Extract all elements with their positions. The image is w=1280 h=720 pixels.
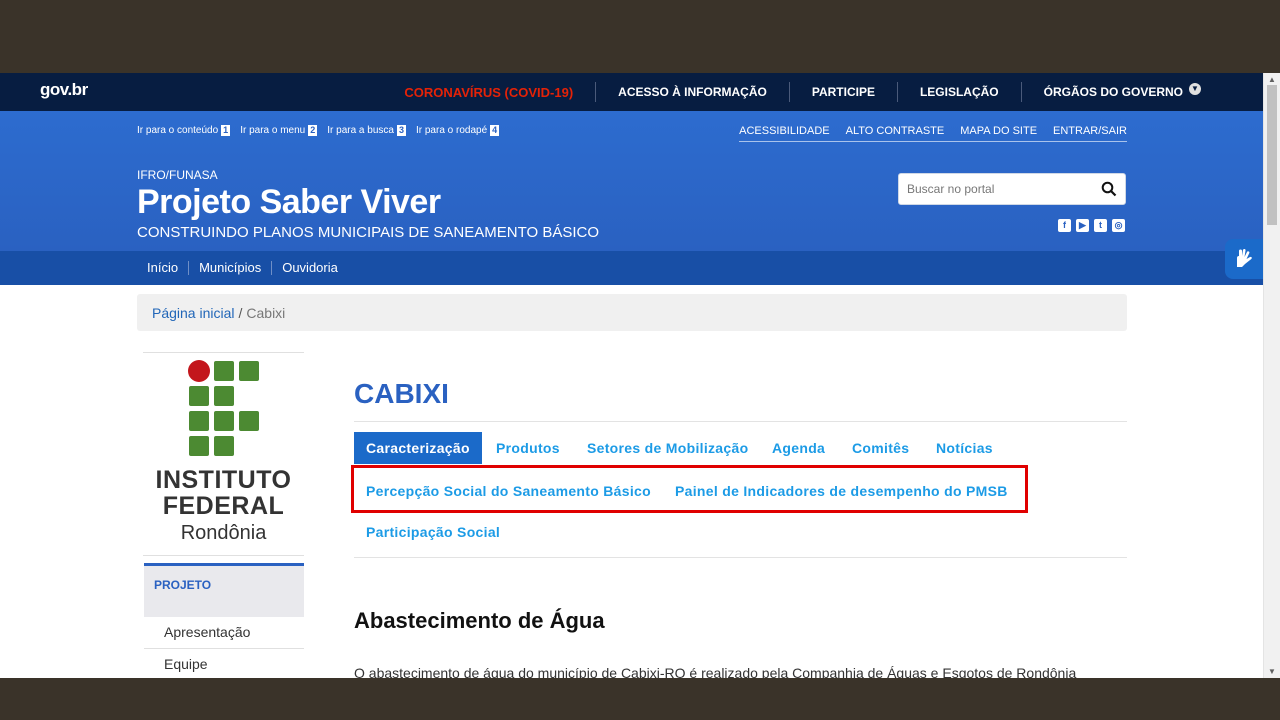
sidebar-menu-heading[interactable]: PROJETO bbox=[144, 563, 304, 617]
gov-links: CORONAVÍRUS (COVID-19) ACESSO À INFORMAÇ… bbox=[382, 73, 1223, 111]
tab-produtos[interactable]: Produtos bbox=[496, 440, 560, 456]
skip-link-number: 1 bbox=[221, 125, 231, 136]
tab-painel-de-indicadores[interactable]: Painel de Indicadores de desempenho do P… bbox=[675, 483, 1008, 499]
util-link-entrar-sair[interactable]: ENTRAR/SAIR bbox=[1053, 125, 1127, 137]
logo-square bbox=[189, 386, 209, 406]
gov-link-covid[interactable]: CORONAVÍRUS (COVID-19) bbox=[382, 82, 595, 102]
site-title[interactable]: Projeto Saber Viver bbox=[137, 183, 441, 222]
skip-link-number: 4 bbox=[490, 125, 500, 136]
gov-link-orgaos[interactable]: ÓRGÃOS DO GOVERNO ▼ bbox=[1020, 82, 1223, 102]
logo-text-federal: FEDERAL bbox=[162, 492, 285, 520]
logo-square bbox=[189, 436, 209, 456]
twitter-icon[interactable]: t bbox=[1094, 219, 1107, 232]
browser-viewport: gov.br CORONAVÍRUS (COVID-19) ACESSO À I… bbox=[0, 73, 1280, 678]
util-link-alto-contraste[interactable]: ALTO CONTRASTE bbox=[846, 125, 945, 137]
logo-red-circle bbox=[188, 360, 210, 382]
breadcrumb: Página inicial / Cabixi bbox=[137, 294, 1127, 331]
gov-bar: gov.br CORONAVÍRUS (COVID-19) ACESSO À I… bbox=[0, 73, 1263, 111]
breadcrumb-separator: / bbox=[238, 304, 243, 321]
skip-link-number: 3 bbox=[396, 125, 406, 136]
facebook-icon[interactable]: f bbox=[1058, 219, 1071, 232]
divider bbox=[354, 421, 1127, 422]
youtube-icon[interactable]: ▶ bbox=[1076, 219, 1089, 232]
instituto-federal-logo[interactable]: INSTITUTO FEDERAL Rondônia bbox=[143, 352, 304, 556]
nav-item-inicio[interactable]: Início bbox=[137, 261, 188, 275]
chevron-down-icon: ▼ bbox=[1189, 83, 1201, 95]
skip-link-search[interactable]: Ir para a busca 3 bbox=[327, 125, 406, 136]
site-header: Ir para o conteúdo 1 Ir para o menu 2 Ir p… bbox=[0, 111, 1263, 251]
tab-setores-de-mobilizacao[interactable]: Setores de Mobilização bbox=[587, 440, 748, 456]
divider bbox=[354, 557, 1127, 558]
presentation-frame-top bbox=[0, 0, 1280, 73]
tab-participacao-social[interactable]: Participação Social bbox=[366, 524, 500, 540]
logo-square bbox=[189, 411, 209, 431]
page-title: CABIXI bbox=[354, 378, 449, 409]
logo-square bbox=[214, 386, 234, 406]
nav-item-ouvidoria[interactable]: Ouvidoria bbox=[271, 261, 348, 275]
breadcrumb-current: Cabixi bbox=[246, 304, 286, 321]
scroll-down-arrow-icon[interactable]: ▼ bbox=[1268, 667, 1276, 676]
page-scrollbar[interactable]: ▲ ▼ bbox=[1263, 73, 1280, 678]
if-logo-mark bbox=[188, 360, 261, 457]
tab-comites[interactable]: Comitês bbox=[852, 440, 909, 456]
skip-link-label: Ir para o rodapé bbox=[415, 125, 488, 136]
logo-square bbox=[214, 411, 234, 431]
util-link-acessibilidade[interactable]: ACESSIBILIDADE bbox=[739, 125, 829, 137]
sign-language-icon bbox=[1237, 248, 1252, 267]
gov-link-acesso[interactable]: ACESSO À INFORMAÇÃO bbox=[595, 82, 789, 102]
main-nav: Início Municípios Ouvidoria bbox=[0, 251, 1263, 285]
skip-link-footer[interactable]: Ir para o rodapé 4 bbox=[415, 125, 500, 136]
skip-link-label: Ir para o menu bbox=[240, 125, 306, 136]
sidebar-item-equipe[interactable]: Equipe bbox=[144, 649, 304, 678]
skip-link-content[interactable]: Ir para o conteúdo 1 bbox=[137, 125, 231, 136]
logo-text-rondonia: Rondônia bbox=[180, 522, 267, 544]
tab-caracterizacao[interactable]: Caracterização bbox=[354, 432, 482, 464]
breadcrumb-home[interactable]: Página inicial bbox=[152, 305, 235, 321]
skip-link-label: Ir para o conteúdo bbox=[137, 125, 219, 136]
site-description: CONSTRUINDO PLANOS MUNICIPAIS DE SANEAME… bbox=[137, 224, 600, 241]
tab-percepcao-social[interactable]: Percepção Social do Saneamento Básico bbox=[366, 483, 651, 499]
gov-link-legislacao[interactable]: LEGISLAÇÃO bbox=[896, 82, 1021, 102]
skip-link-label: Ir para a busca bbox=[327, 125, 394, 136]
nav-item-municipios[interactable]: Municípios bbox=[188, 261, 271, 275]
logo-text-instituto: INSTITUTO bbox=[155, 466, 292, 494]
skip-links: Ir para o conteúdo 1 Ir para o menu 2 Ir p… bbox=[137, 125, 500, 136]
gov-link-participe[interactable]: PARTICIPE bbox=[788, 82, 897, 102]
search-box bbox=[898, 173, 1126, 205]
scroll-up-arrow-icon[interactable]: ▲ bbox=[1268, 75, 1276, 84]
tab-agenda[interactable]: Agenda bbox=[772, 440, 825, 456]
vlibras-widget[interactable] bbox=[1225, 239, 1263, 279]
section-heading: Abastecimento de Água bbox=[354, 608, 605, 633]
utility-links: ACESSIBILIDADE ALTO CONTRASTE MAPA DO SI… bbox=[739, 125, 1127, 142]
skip-link-number: 2 bbox=[308, 125, 318, 136]
logo-square bbox=[214, 361, 234, 381]
social-links: f ▶ t ◎ bbox=[1058, 219, 1125, 232]
gov-logo[interactable]: gov.br bbox=[40, 80, 88, 100]
skip-link-menu[interactable]: Ir para o menu 2 bbox=[240, 125, 318, 136]
logo-square bbox=[239, 411, 259, 431]
util-link-mapa-do-site[interactable]: MAPA DO SITE bbox=[960, 125, 1037, 137]
site-subtitle: IFRO/FUNASA bbox=[137, 168, 218, 182]
tab-noticias[interactable]: Notícias bbox=[936, 440, 993, 456]
presentation-frame-bottom bbox=[0, 678, 1280, 720]
search-input[interactable] bbox=[899, 174, 1095, 204]
instagram-icon[interactable]: ◎ bbox=[1112, 219, 1125, 232]
sidebar-item-apresentacao[interactable]: Apresentação bbox=[144, 617, 304, 649]
logo-square bbox=[214, 436, 234, 456]
gov-link-orgaos-label: ÓRGÃOS DO GOVERNO bbox=[1043, 85, 1183, 99]
logo-square bbox=[239, 361, 259, 381]
scrollbar-thumb[interactable] bbox=[1267, 85, 1277, 225]
search-icon[interactable] bbox=[1101, 181, 1117, 197]
body-paragraph: O abastecimento de água do município de … bbox=[354, 665, 1077, 678]
